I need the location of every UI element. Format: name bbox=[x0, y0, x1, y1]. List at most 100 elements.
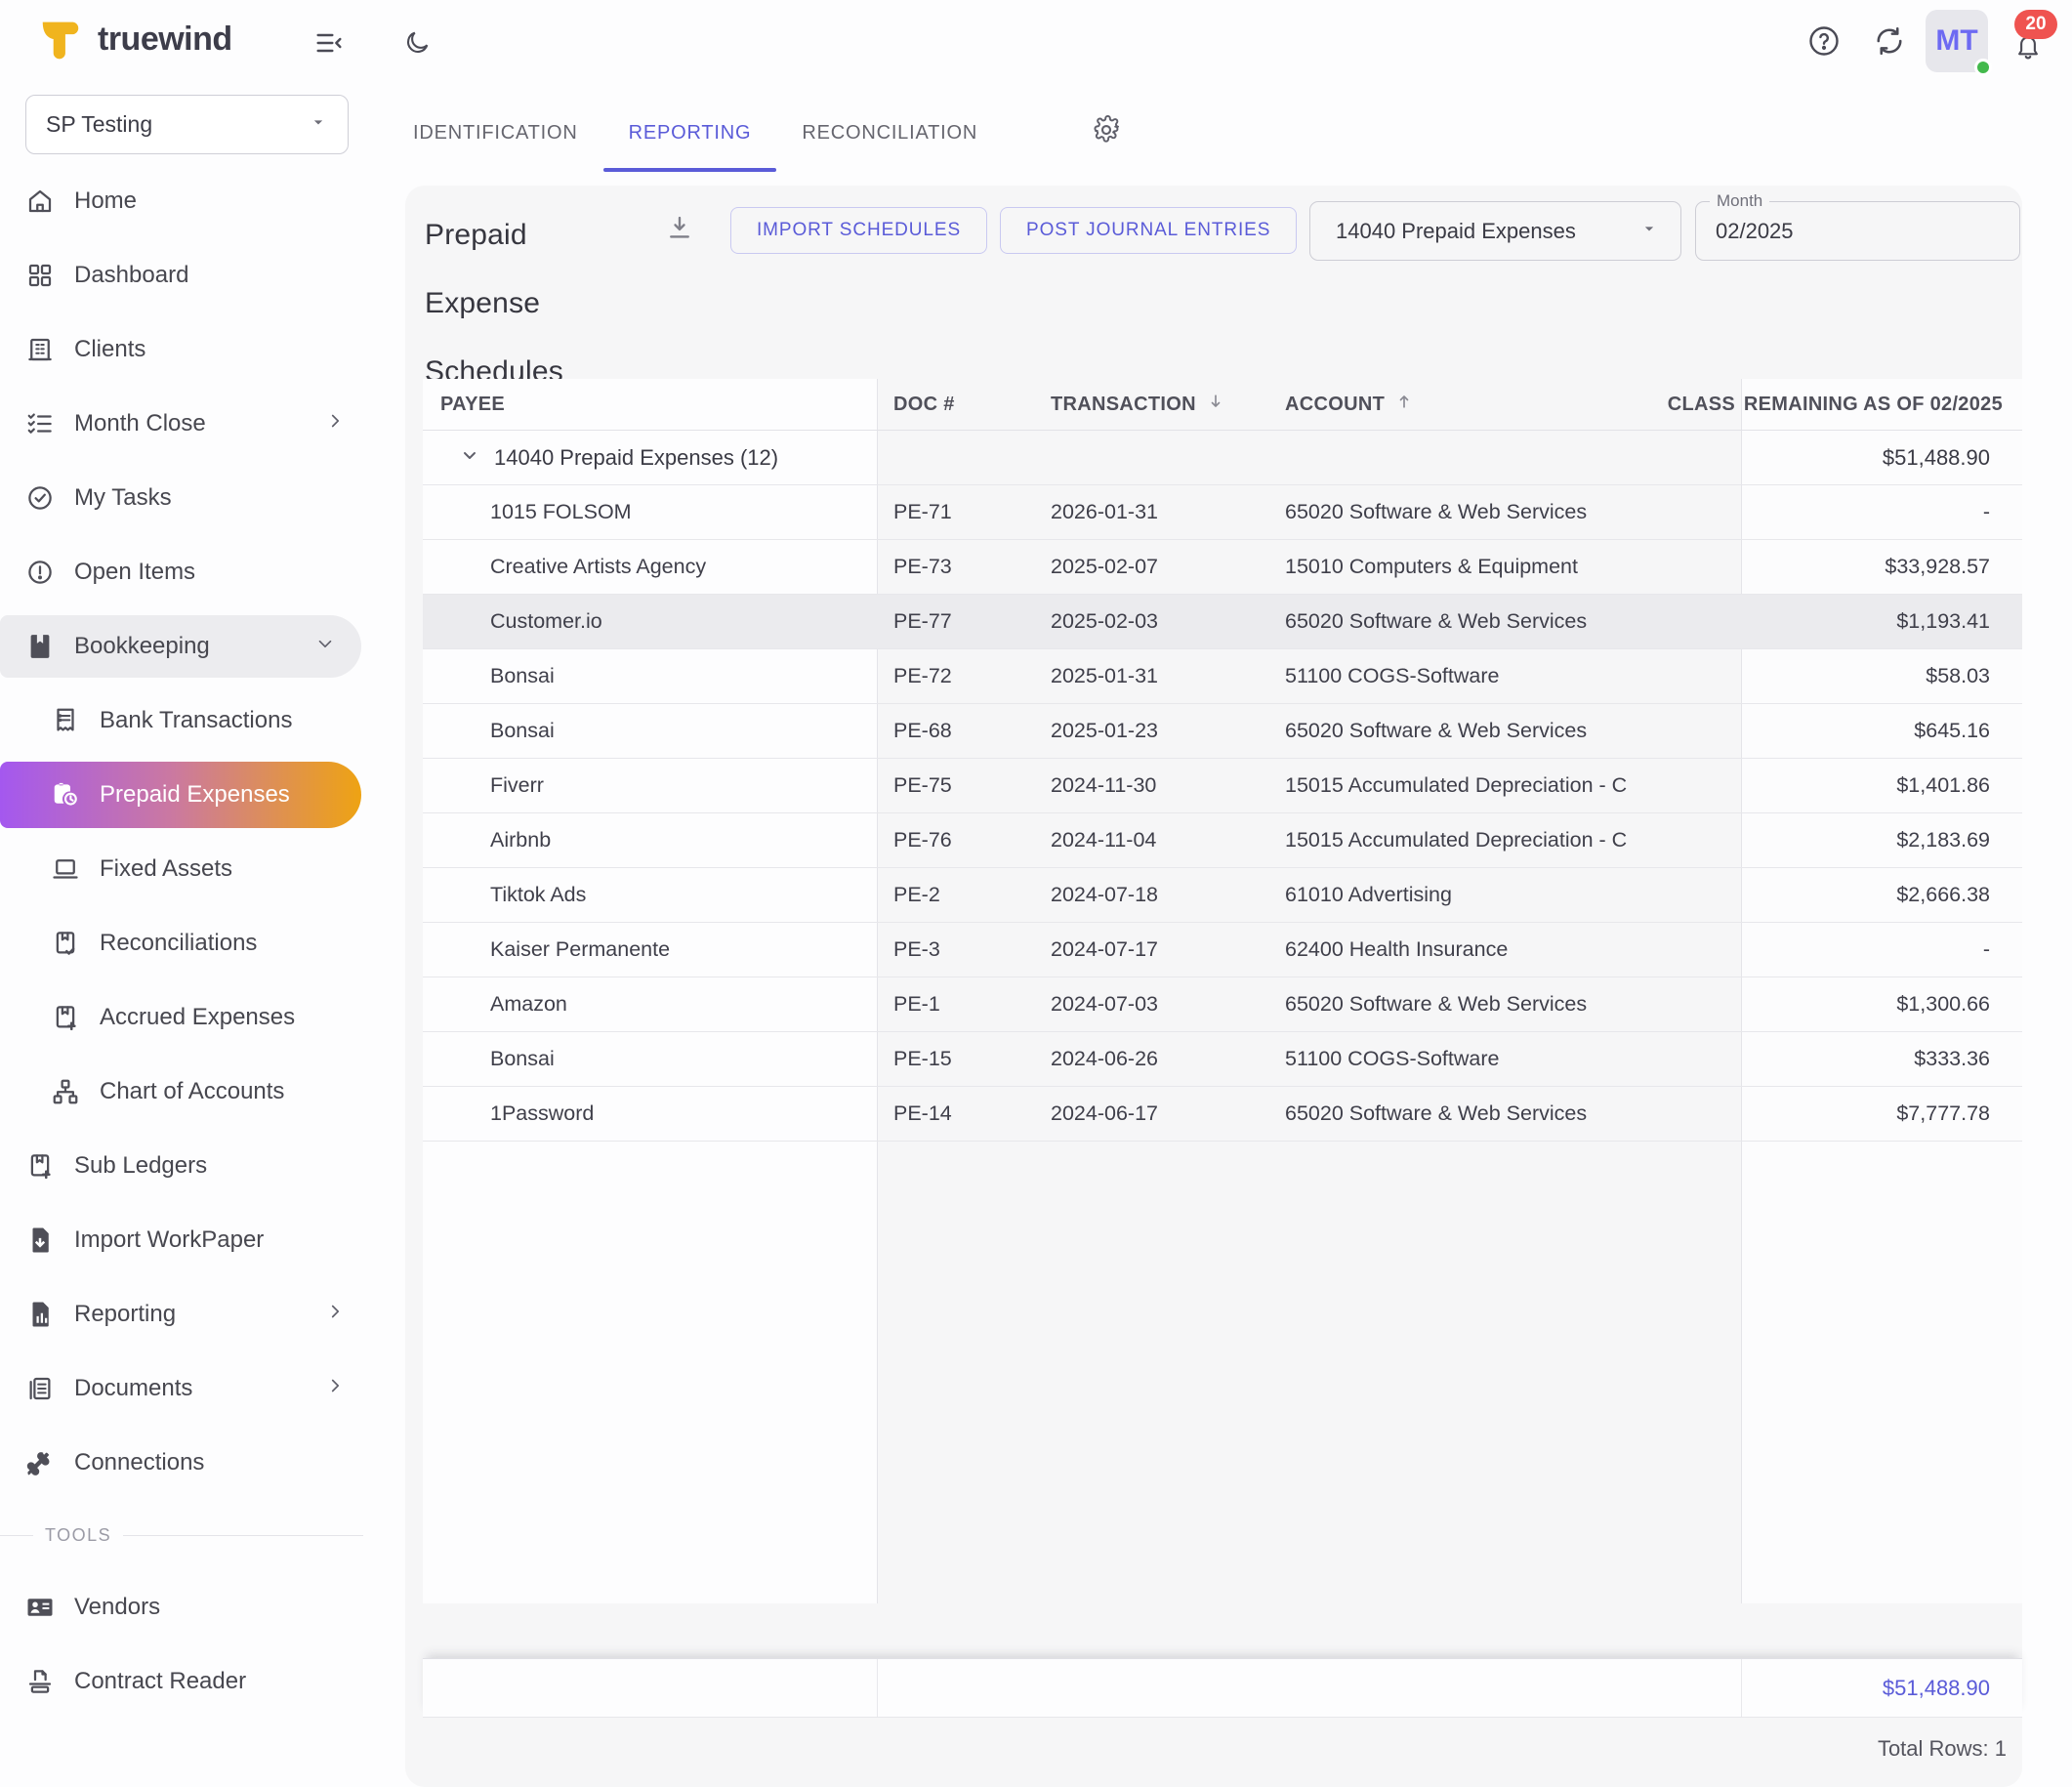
table-row[interactable]: FiverrPE-752024-11-3015015 Accumulated D… bbox=[423, 759, 2022, 813]
group-label: 14040 Prepaid Expenses (12) bbox=[494, 445, 778, 471]
clients-icon bbox=[25, 335, 55, 364]
reconciliations-icon bbox=[51, 929, 80, 958]
sidebar-item-bookkeeping[interactable]: Bookkeeping bbox=[0, 615, 361, 678]
refresh-button[interactable] bbox=[1872, 23, 1907, 59]
sidebar-item-prepaid-expenses[interactable]: Prepaid Expenses bbox=[0, 762, 361, 828]
cell-rem: $645.16 bbox=[1741, 704, 2022, 758]
home-icon bbox=[25, 187, 55, 216]
table-row[interactable]: AmazonPE-12024-07-0365020 Software & Web… bbox=[423, 977, 2022, 1032]
column-header-payee[interactable]: PAYEE bbox=[423, 379, 878, 430]
notification-count-badge[interactable]: 20 bbox=[2014, 10, 2057, 39]
sidebar-item-my-tasks[interactable]: My Tasks bbox=[0, 461, 371, 535]
prepaid-schedules-card: Prepaid Expense Schedules IMPORT SCHEDUL… bbox=[405, 186, 2022, 1787]
sidebar-item-clients[interactable]: Clients bbox=[0, 312, 371, 387]
sidebar-item-label: Clients bbox=[74, 336, 145, 363]
chevron-down-icon bbox=[1639, 219, 1659, 244]
gear-icon[interactable] bbox=[1092, 115, 1121, 145]
avatar[interactable]: MT bbox=[1926, 10, 1988, 72]
table-row[interactable]: BonsaiPE-682025-01-2365020 Software & We… bbox=[423, 704, 2022, 759]
import-schedules-button[interactable]: IMPORT SCHEDULES bbox=[730, 207, 987, 254]
documents-icon bbox=[25, 1374, 55, 1403]
cell-trans: 2024-07-18 bbox=[1024, 868, 1271, 922]
sidebar-item-bank-transactions[interactable]: Bank Transactions bbox=[0, 684, 371, 758]
account-select[interactable]: 14040 Prepaid Expenses bbox=[1309, 201, 1681, 261]
column-header-class[interactable]: CLASS bbox=[1662, 379, 1741, 430]
cell-trans: 2024-07-17 bbox=[1024, 923, 1271, 977]
sidebar-item-vendors[interactable]: Vendors bbox=[0, 1570, 371, 1644]
cell-account: 65020 Software & Web Services bbox=[1271, 704, 1662, 758]
table-body: 1015 FOLSOMPE-712026-01-3165020 Software… bbox=[423, 485, 2022, 1142]
sidebar-item-reporting[interactable]: Reporting bbox=[0, 1277, 371, 1351]
cell-rem: $2,666.38 bbox=[1741, 868, 2022, 922]
sidebar-item-fixed-assets[interactable]: Fixed Assets bbox=[0, 832, 371, 906]
table-row[interactable]: AirbnbPE-762024-11-0415015 Accumulated D… bbox=[423, 813, 2022, 868]
table-row[interactable]: Creative Artists AgencyPE-732025-02-0715… bbox=[423, 540, 2022, 595]
help-button[interactable] bbox=[1806, 23, 1842, 59]
table-row[interactable]: 1PasswordPE-142024-06-1765020 Software &… bbox=[423, 1087, 2022, 1142]
accrued-expenses-icon bbox=[51, 1003, 80, 1032]
sidebar-item-month-close[interactable]: Month Close bbox=[0, 387, 371, 461]
page-title: Prepaid Expense Schedules bbox=[425, 201, 615, 406]
column-header-remaining[interactable]: REMAINING AS OF 02/2025 bbox=[1741, 379, 2022, 430]
table-row[interactable]: Kaiser PermanentePE-32024-07-1762400 Hea… bbox=[423, 923, 2022, 977]
cell-rem: $1,401.86 bbox=[1741, 759, 2022, 812]
cell-trans: 2024-11-04 bbox=[1024, 813, 1271, 867]
sidebar-item-chart-of-accounts[interactable]: Chart of Accounts bbox=[0, 1055, 371, 1129]
open-items-icon bbox=[25, 558, 55, 587]
sidebar-item-import-workpaper[interactable]: Import WorkPaper bbox=[0, 1203, 371, 1277]
workspace-selector[interactable]: SP Testing bbox=[25, 95, 349, 154]
cell-payee: Tiktok Ads bbox=[423, 868, 878, 922]
cell-rem: $7,777.78 bbox=[1741, 1087, 2022, 1141]
tab-identification[interactable]: IDENTIFICATION bbox=[388, 98, 603, 168]
cell-class bbox=[1662, 595, 1741, 648]
sidebar-item-accrued-expenses[interactable]: Accrued Expenses bbox=[0, 980, 371, 1055]
cell-payee: Fiverr bbox=[423, 759, 878, 812]
table-row[interactable]: Customer.ioPE-772025-02-0365020 Software… bbox=[423, 595, 2022, 649]
sidebar-item-connections[interactable]: Connections bbox=[0, 1426, 371, 1500]
cell-class bbox=[1662, 540, 1741, 594]
group-row[interactable]: 14040 Prepaid Expenses (12) $51,488.90 bbox=[423, 431, 2022, 485]
truewind-logo-icon bbox=[33, 12, 84, 67]
sidebar-item-label: My Tasks bbox=[74, 484, 172, 512]
cell-trans: 2026-01-31 bbox=[1024, 485, 1271, 539]
chevron-down-icon[interactable] bbox=[458, 443, 481, 473]
brand-name: truewind bbox=[98, 21, 232, 59]
sidebar-item-home[interactable]: Home bbox=[0, 164, 371, 238]
column-header-doc[interactable]: DOC # bbox=[878, 379, 1024, 430]
sidebar-item-open-items[interactable]: Open Items bbox=[0, 535, 371, 609]
cell-account: 62400 Health Insurance bbox=[1271, 923, 1662, 977]
cell-rem: - bbox=[1741, 485, 2022, 539]
cell-doc: PE-72 bbox=[878, 649, 1024, 703]
sidebar-item-reconciliations[interactable]: Reconciliations bbox=[0, 906, 371, 980]
sidebar-item-dashboard[interactable]: Dashboard bbox=[0, 238, 371, 312]
table-row[interactable]: Tiktok AdsPE-22024-07-1861010 Advertisin… bbox=[423, 868, 2022, 923]
tab-reconciliation[interactable]: RECONCILIATION bbox=[776, 98, 1003, 168]
dark-mode-toggle[interactable] bbox=[404, 28, 432, 56]
column-header-account[interactable]: ACCOUNT bbox=[1271, 379, 1662, 430]
column-header-transaction[interactable]: TRANSACTION bbox=[1024, 379, 1271, 430]
workspace-name: SP Testing bbox=[46, 111, 152, 138]
sidebar-item-label: Month Close bbox=[74, 410, 206, 437]
chevron-right-icon bbox=[324, 410, 346, 438]
cell-doc: PE-1 bbox=[878, 977, 1024, 1031]
cell-rem: $2,183.69 bbox=[1741, 813, 2022, 867]
table-row[interactable]: BonsaiPE-722025-01-3151100 COGS-Software… bbox=[423, 649, 2022, 704]
table-row[interactable]: BonsaiPE-152024-06-2651100 COGS-Software… bbox=[423, 1032, 2022, 1087]
month-input[interactable]: Month 02/2025 bbox=[1695, 201, 2020, 261]
sidebar-item-label: Contract Reader bbox=[74, 1668, 246, 1695]
tab-reporting[interactable]: REPORTING bbox=[603, 98, 777, 168]
sidebar-item-contract-reader[interactable]: Contract Reader bbox=[0, 1644, 371, 1719]
dashboard-icon bbox=[25, 261, 55, 290]
sidebar-nav: HomeDashboard Clients Month Close My Tasks O… bbox=[0, 164, 371, 1719]
table-row[interactable]: 1015 FOLSOMPE-712026-01-3165020 Software… bbox=[423, 485, 2022, 540]
sidebar-item-documents[interactable]: Documents bbox=[0, 1351, 371, 1426]
cell-class bbox=[1662, 977, 1741, 1031]
post-journal-entries-button[interactable]: POST JOURNAL ENTRIES bbox=[1000, 207, 1297, 254]
cell-class bbox=[1662, 813, 1741, 867]
cell-class bbox=[1662, 1032, 1741, 1086]
sidebar-collapse-button[interactable] bbox=[313, 27, 345, 59]
download-icon[interactable] bbox=[665, 213, 694, 242]
cell-doc: PE-77 bbox=[878, 595, 1024, 648]
sidebar-item-sub-ledgers[interactable]: Sub Ledgers bbox=[0, 1129, 371, 1203]
cell-payee: Bonsai bbox=[423, 1032, 878, 1086]
